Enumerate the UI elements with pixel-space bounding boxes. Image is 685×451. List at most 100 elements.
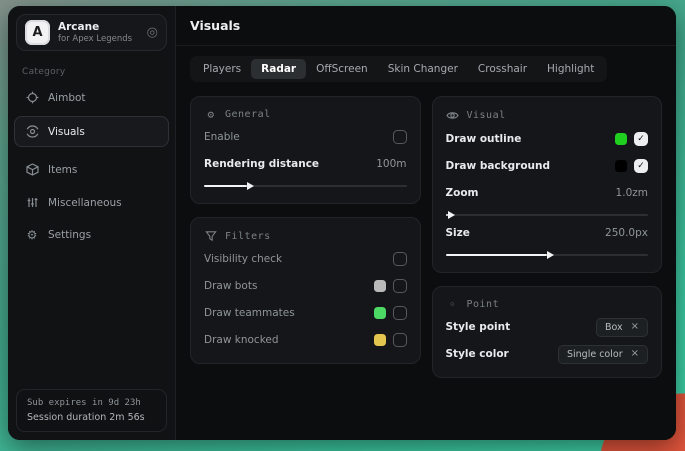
zoom-row: Zoom 1.0zm (446, 183, 649, 203)
visibility-check-label: Visibility check (204, 253, 282, 265)
visual-card: Visual Draw outline ✓ Draw background (432, 96, 663, 273)
enable-row: Enable (204, 127, 407, 147)
main-panel: Visuals Players Radar OffScreen Skin Cha… (176, 6, 676, 440)
draw-knocked-label: Draw knocked (204, 334, 279, 346)
tab-offscreen[interactable]: OffScreen (306, 59, 378, 79)
style-color-label: Style color (446, 348, 509, 360)
cube-icon (25, 163, 39, 176)
app-window: A Arcane for Apex Legends ◎ Category Aim… (8, 6, 676, 440)
draw-background-row: Draw background ✓ (446, 156, 649, 176)
gear-icon: ⚙ (204, 109, 218, 120)
filters-card: Filters Visibility check Draw bots (190, 217, 421, 364)
tab-highlight[interactable]: Highlight (537, 59, 604, 79)
zoom-slider[interactable] (446, 214, 649, 216)
visibility-check-checkbox[interactable] (393, 252, 407, 266)
sidebar: A Arcane for Apex Legends ◎ Category Aim… (8, 6, 176, 440)
zoom-label: Zoom (446, 187, 479, 199)
rendering-distance-row: Rendering distance 100m (204, 154, 407, 174)
enable-checkbox[interactable] (393, 130, 407, 144)
left-column: ⚙ General Enable Rendering distance 100m (190, 96, 421, 364)
style-color-row: Style color Single color × (446, 344, 649, 364)
subscription-card: Sub expires in 9d 23h Session duration 2… (16, 389, 167, 432)
card-title-text: General (225, 109, 271, 120)
size-slider[interactable] (446, 254, 649, 256)
card-title-text: Visual (467, 110, 506, 121)
draw-bots-color-swatch[interactable] (374, 280, 386, 292)
content-columns: ⚙ General Enable Rendering distance 100m (176, 82, 676, 392)
visibility-check-row: Visibility check (204, 249, 407, 269)
enable-label: Enable (204, 131, 240, 143)
sidebar-item-visuals[interactable]: Visuals (14, 116, 169, 147)
general-card: ⚙ General Enable Rendering distance 100m (190, 96, 421, 204)
eye-scan-icon (25, 125, 39, 138)
draw-teammates-row: Draw teammates (204, 303, 407, 323)
style-point-label: Style point (446, 321, 511, 333)
sidebar-item-settings[interactable]: ⚙ Settings (14, 221, 169, 249)
sidebar-nav: Aimbot Visuals Items (8, 83, 175, 253)
size-row: Size 250.0px (446, 223, 649, 243)
target-icon[interactable]: ◎ (147, 26, 158, 39)
draw-teammates-label: Draw teammates (204, 307, 295, 319)
draw-knocked-checkbox[interactable] (393, 333, 407, 347)
slider-thumb[interactable] (247, 182, 254, 190)
sidebar-item-aimbot[interactable]: Aimbot (14, 83, 169, 112)
sidebar-item-label: Aimbot (48, 92, 86, 104)
point-card-title: ◦ Point (446, 299, 649, 310)
sidebar-item-label: Items (48, 164, 77, 176)
crosshair-icon (25, 91, 39, 104)
sidebar-item-label: Settings (48, 229, 91, 241)
draw-background-checkbox[interactable]: ✓ (634, 159, 648, 173)
draw-outline-row: Draw outline ✓ (446, 129, 649, 149)
style-point-chip[interactable]: Box × (596, 318, 648, 337)
chip-label: Box (605, 322, 623, 333)
tab-players[interactable]: Players (193, 59, 251, 79)
draw-background-color-swatch[interactable] (615, 160, 627, 172)
draw-outline-checkbox[interactable]: ✓ (634, 132, 648, 146)
draw-outline-label: Draw outline (446, 133, 522, 145)
sidebar-item-label: Miscellaneous (48, 197, 122, 209)
zoom-value: 1.0zm (616, 187, 648, 199)
draw-knocked-color-swatch[interactable] (374, 334, 386, 346)
gear-icon: ⚙ (25, 229, 39, 241)
close-icon[interactable]: × (631, 322, 639, 332)
filters-card-title: Filters (204, 230, 407, 242)
app-name: Arcane (58, 21, 132, 34)
right-column: Visual Draw outline ✓ Draw background (432, 96, 663, 378)
category-label: Category (22, 67, 161, 77)
draw-bots-label: Draw bots (204, 280, 257, 292)
sub-expiry-text: Sub expires in 9d 23h (27, 398, 156, 408)
draw-bots-checkbox[interactable] (393, 279, 407, 293)
slider-thumb[interactable] (448, 211, 455, 219)
sidebar-item-label: Visuals (48, 126, 85, 138)
point-icon: ◦ (446, 299, 460, 310)
sidebar-item-items[interactable]: Items (14, 155, 169, 184)
sidebar-item-miscellaneous[interactable]: Miscellaneous (14, 188, 169, 217)
tab-radar[interactable]: Radar (251, 59, 306, 79)
app-meta: Arcane for Apex Legends (58, 21, 132, 45)
funnel-icon (204, 230, 218, 242)
draw-background-label: Draw background (446, 160, 551, 172)
point-card: ◦ Point Style point Box × Style (432, 286, 663, 378)
style-point-row: Style point Box × (446, 317, 649, 337)
draw-teammates-checkbox[interactable] (393, 306, 407, 320)
style-color-chip[interactable]: Single color × (558, 345, 648, 364)
general-card-title: ⚙ General (204, 109, 407, 120)
slider-thumb[interactable] (547, 251, 554, 259)
app-header-card: A Arcane for Apex Legends ◎ (16, 14, 167, 51)
draw-knocked-row: Draw knocked (204, 330, 407, 350)
tab-crosshair[interactable]: Crosshair (468, 59, 537, 79)
tab-bar: Players Radar OffScreen Skin Changer Cro… (190, 56, 607, 82)
draw-outline-color-swatch[interactable] (615, 133, 627, 145)
tab-skin-changer[interactable]: Skin Changer (378, 59, 468, 79)
draw-teammates-color-swatch[interactable] (374, 307, 386, 319)
app-logo: A (25, 20, 50, 45)
page-title: Visuals (190, 18, 240, 33)
rendering-distance-value: 100m (376, 158, 406, 170)
session-duration-text: Session duration 2m 56s (27, 412, 156, 423)
main-header: Visuals (176, 6, 676, 46)
app-subtitle: for Apex Legends (58, 34, 132, 45)
size-value: 250.0px (605, 227, 648, 239)
card-title-text: Filters (225, 231, 271, 242)
rendering-distance-slider[interactable] (204, 185, 407, 187)
close-icon[interactable]: × (631, 349, 639, 359)
